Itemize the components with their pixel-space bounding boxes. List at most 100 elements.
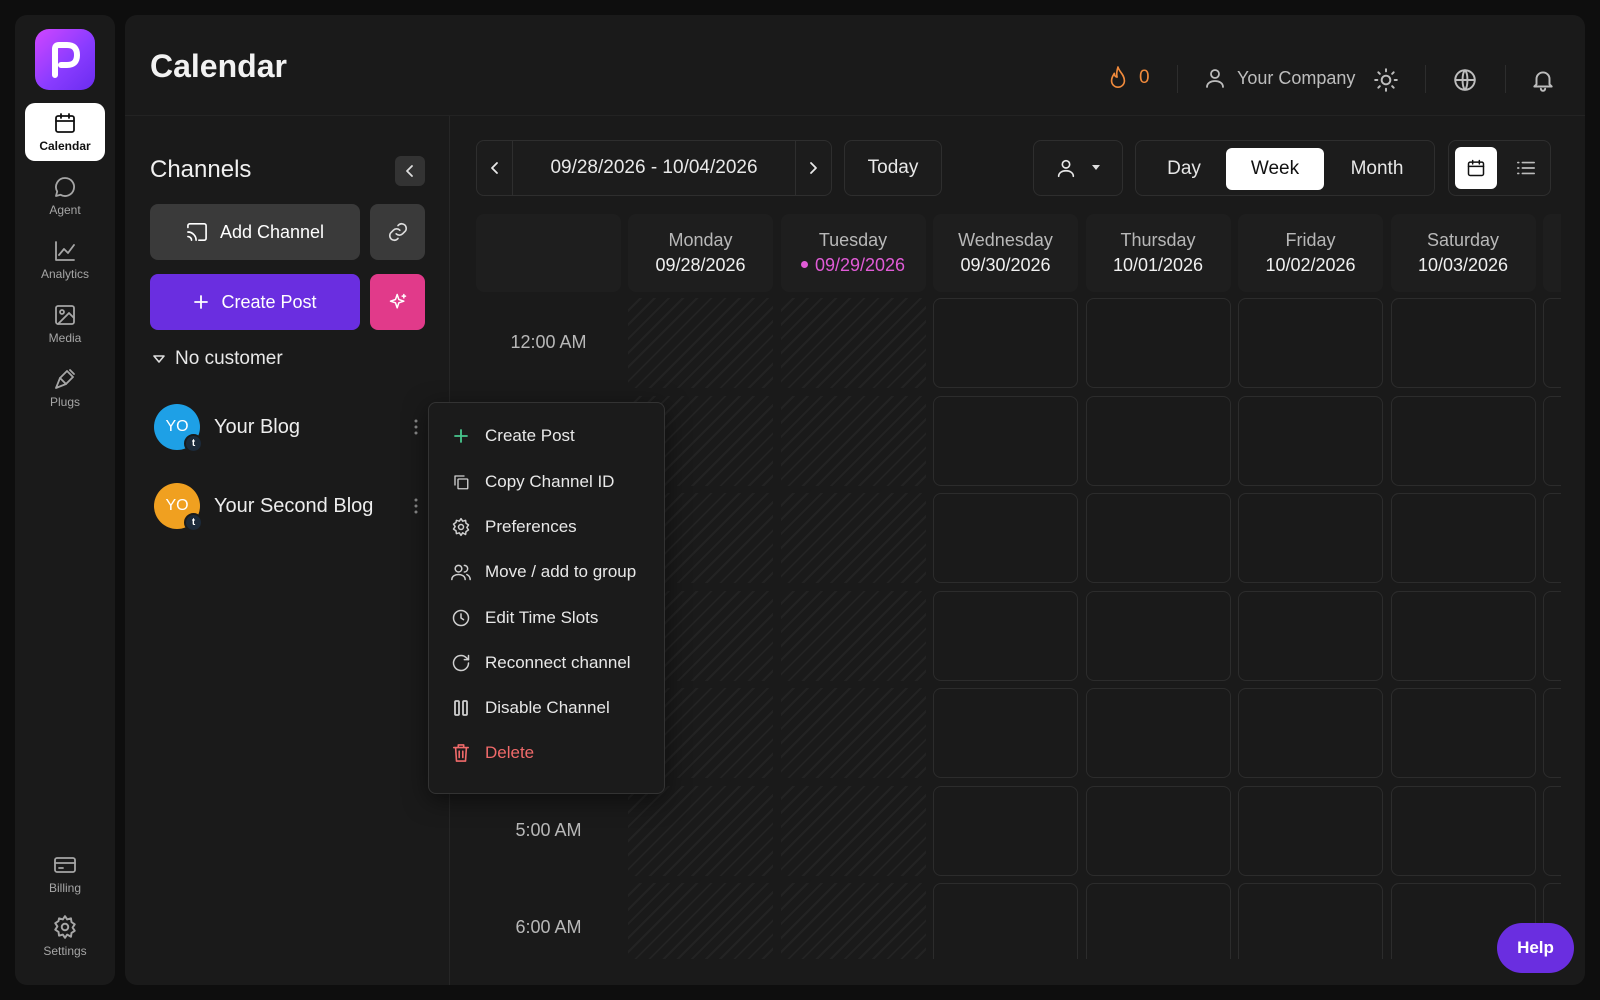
collapse-channels-button[interactable]: [395, 156, 425, 186]
channel-item[interactable]: YO t Your Second Blog: [154, 481, 424, 532]
language-button[interactable]: [1452, 67, 1478, 93]
time-slot-cell[interactable]: [1543, 785, 1561, 876]
time-slot-cell[interactable]: [1238, 883, 1383, 959]
nav-calendar[interactable]: Calendar: [25, 103, 105, 161]
menu-label: Edit Time Slots: [485, 608, 599, 627]
streak-indicator[interactable]: 0: [1107, 65, 1150, 91]
channel-menu-button[interactable]: [408, 497, 424, 515]
time-slot-cell[interactable]: [1238, 785, 1383, 876]
view-month-button[interactable]: Month: [1326, 148, 1428, 190]
topbar-divider: [1505, 65, 1506, 93]
calendar-icon: [1467, 159, 1485, 177]
time-slot-cell[interactable]: [1238, 298, 1383, 388]
help-button[interactable]: Help: [1497, 923, 1574, 973]
time-slot-cell[interactable]: [1085, 883, 1231, 959]
view-day-button[interactable]: Day: [1143, 148, 1225, 190]
time-slot-cell[interactable]: [1543, 298, 1561, 388]
time-slot-cell: [628, 883, 773, 959]
time-slot-cell[interactable]: [1543, 493, 1561, 583]
list-layout-button[interactable]: [1505, 147, 1547, 189]
time-slot-cell[interactable]: [1390, 395, 1536, 486]
theme-toggle[interactable]: [1373, 67, 1399, 93]
menu-edit-time-slots[interactable]: Edit Time Slots: [451, 605, 598, 631]
date-navigator: 09/28/2026 - 10/04/2026: [476, 140, 832, 196]
time-slot-cell[interactable]: [1543, 688, 1561, 778]
time-slot-cell[interactable]: [1543, 395, 1561, 486]
channel-item[interactable]: YO t Your Blog: [154, 402, 424, 453]
time-slot-cell: [780, 688, 926, 778]
day-date: 09/29/2026: [781, 255, 926, 276]
time-slot-cell[interactable]: [1390, 590, 1536, 681]
time-slot-cell[interactable]: [1238, 590, 1383, 681]
view-week-button[interactable]: Week: [1226, 148, 1324, 190]
add-channel-button[interactable]: Add Channel: [150, 204, 360, 260]
nav-analytics[interactable]: Analytics: [25, 231, 105, 289]
customer-filter-select[interactable]: [1033, 140, 1123, 196]
time-slot-cell[interactable]: [933, 785, 1078, 876]
time-slot-cell: [628, 785, 773, 876]
menu-create-post[interactable]: Create Post: [451, 423, 575, 449]
time-slot-cell[interactable]: [1238, 688, 1383, 778]
time-slot-cell[interactable]: [1238, 493, 1383, 583]
trash-icon: [452, 744, 470, 762]
prev-week-button[interactable]: [477, 141, 513, 195]
menu-disable-channel[interactable]: Disable Channel: [451, 695, 610, 721]
time-slot-cell[interactable]: [1085, 395, 1231, 486]
users-icon: [451, 564, 471, 581]
notifications-button[interactable]: [1530, 67, 1556, 93]
time-slot-cell[interactable]: [1390, 785, 1536, 876]
menu-label: Preferences: [485, 517, 577, 536]
time-slot-cell[interactable]: [933, 590, 1078, 681]
time-slot-cell[interactable]: [1390, 688, 1536, 778]
calendar-layout-button[interactable]: [1455, 147, 1497, 189]
menu-delete[interactable]: Delete: [451, 740, 534, 766]
day-name: Monday: [668, 230, 733, 250]
time-slot-cell[interactable]: [1085, 590, 1231, 681]
day-header: Friday 10/02/2026: [1238, 214, 1383, 292]
day-header: Tuesday 09/29/2026: [780, 214, 926, 292]
customer-group-toggle[interactable]: No customer: [153, 348, 283, 370]
time-slot-cell[interactable]: [1085, 688, 1231, 778]
time-slot-cell[interactable]: [1085, 785, 1231, 876]
time-slot-cell[interactable]: [933, 883, 1078, 959]
menu-move-to-group[interactable]: Move / add to group: [451, 559, 636, 585]
date-range[interactable]: 09/28/2026 - 10/04/2026: [550, 157, 757, 179]
menu-preferences[interactable]: Preferences: [451, 514, 577, 540]
day-name: Friday: [1285, 230, 1336, 250]
nav-plugs[interactable]: Plugs: [25, 359, 105, 417]
channel-context-menu: Create Post Copy Channel ID Preferences …: [428, 402, 665, 794]
time-slot-cell[interactable]: [933, 395, 1078, 486]
nav-billing[interactable]: Billing: [25, 845, 105, 903]
user-icon: [1057, 159, 1075, 178]
time-slot-cell[interactable]: [1390, 493, 1536, 583]
card-icon: [54, 857, 76, 873]
next-week-button[interactable]: [794, 141, 831, 195]
menu-reconnect-channel[interactable]: Reconnect channel: [451, 650, 631, 676]
company-selector[interactable]: Your Company: [1203, 66, 1355, 90]
time-slot-cell[interactable]: [933, 298, 1078, 388]
nav-label: Plugs: [49, 395, 81, 409]
create-post-button[interactable]: Create Post: [150, 274, 360, 330]
nav-settings[interactable]: Settings: [25, 907, 105, 965]
link-channel-button[interactable]: [370, 204, 425, 260]
time-slot-cell[interactable]: [933, 688, 1078, 778]
time-slot-cell[interactable]: [1085, 298, 1231, 388]
time-slot-cell[interactable]: [1085, 493, 1231, 583]
ai-generate-button[interactable]: [370, 274, 425, 330]
today-button[interactable]: Today: [844, 140, 942, 196]
nav-agent[interactable]: Agent: [25, 167, 105, 225]
channel-menu-button[interactable]: [408, 418, 424, 436]
gear-icon: [452, 517, 470, 537]
channel-name: Your Second Blog: [214, 494, 374, 517]
menu-copy-channel-id[interactable]: Copy Channel ID: [451, 469, 614, 495]
time-slot-cell[interactable]: [1238, 395, 1383, 486]
time-slot-cell[interactable]: [933, 493, 1078, 583]
calendar-icon: [55, 113, 75, 133]
day-date-text: 09/30/2026: [960, 255, 1051, 275]
nav-media[interactable]: Media: [25, 295, 105, 353]
app-logo[interactable]: [35, 29, 95, 90]
chevron-right-icon: [810, 162, 818, 174]
day-date: 09/30/2026: [933, 255, 1078, 276]
time-slot-cell[interactable]: [1390, 298, 1536, 388]
time-slot-cell[interactable]: [1543, 590, 1561, 681]
